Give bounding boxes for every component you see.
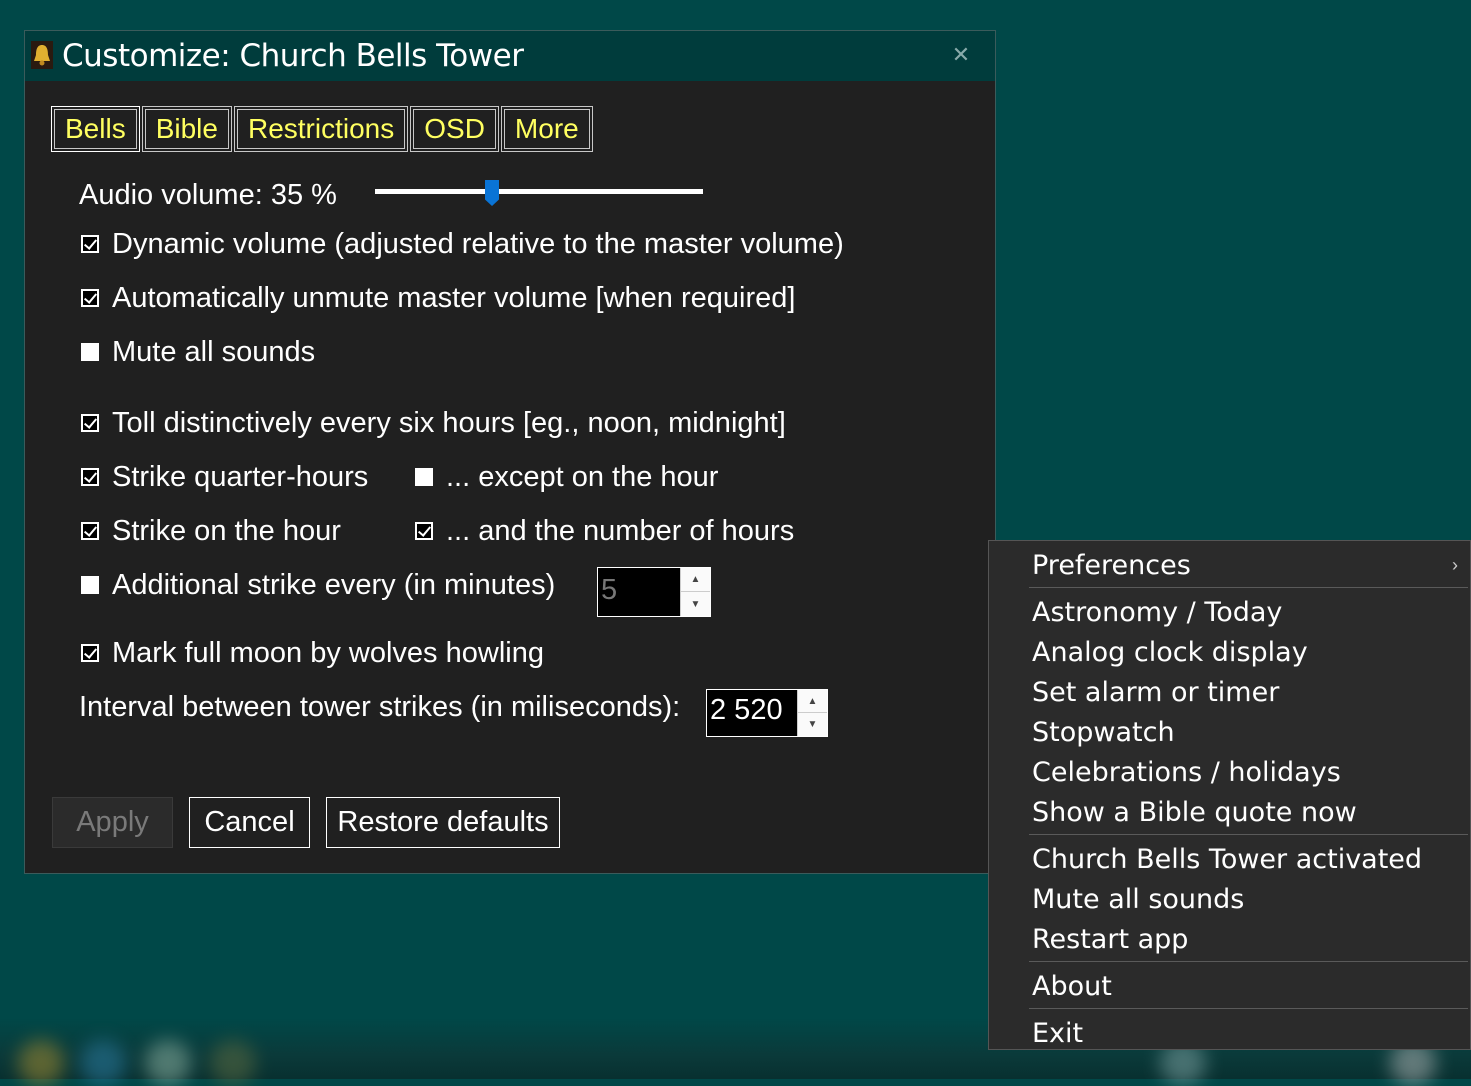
stepper-arrows: ▲ ▼ <box>797 690 827 736</box>
close-icon[interactable]: ✕ <box>949 43 973 67</box>
full-moon-checkbox[interactable] <box>81 644 99 662</box>
tab-more[interactable]: More <box>500 106 593 152</box>
additional-strike-checkbox[interactable] <box>81 576 99 594</box>
number-of-hours-label: ... and the number of hours <box>446 515 795 547</box>
tab-bells[interactable]: Bells <box>51 106 140 152</box>
mute-all-label: Mute all sounds <box>112 336 316 368</box>
menu-item-stopwatch[interactable]: Stopwatch <box>1032 717 1175 748</box>
menu-item-celebrations[interactable]: Celebrations / holidays <box>1032 757 1341 788</box>
tab-label: Restrictions <box>236 109 406 149</box>
menu-item-exit[interactable]: Exit <box>1032 1018 1083 1049</box>
number-of-hours-checkbox[interactable] <box>415 522 433 540</box>
stepper-down-icon[interactable]: ▼ <box>798 713 827 736</box>
tab-osd[interactable]: OSD <box>410 106 499 152</box>
menu-separator <box>1029 834 1468 835</box>
menu-item-activated[interactable]: Church Bells Tower activated <box>1032 844 1422 875</box>
restore-defaults-button[interactable]: Restore defaults <box>326 797 560 848</box>
bell-icon <box>31 41 53 69</box>
stepper-down-icon[interactable]: ▼ <box>681 592 710 616</box>
menu-item-astronomy[interactable]: Astronomy / Today <box>1032 597 1282 628</box>
auto-unmute-label: Automatically unmute master volume [when… <box>112 282 796 314</box>
menu-separator <box>1029 1008 1468 1009</box>
taskbar-app-icon <box>80 1040 126 1086</box>
audio-volume-label: Audio volume: 35 % <box>79 179 337 211</box>
mute-all-checkbox[interactable] <box>81 343 99 361</box>
auto-unmute-checkbox[interactable] <box>81 289 99 307</box>
menu-item-bible-quote[interactable]: Show a Bible quote now <box>1032 797 1357 828</box>
menu-separator <box>1029 587 1468 588</box>
interval-stepper[interactable]: 2 520 ▲ ▼ <box>706 689 828 737</box>
menu-item-alarm-timer[interactable]: Set alarm or timer <box>1032 677 1279 708</box>
tab-bible[interactable]: Bible <box>141 106 232 152</box>
stepper-value[interactable]: 5 <box>601 574 617 607</box>
additional-strike-minutes-stepper[interactable]: 5 ▲ ▼ <box>597 567 711 617</box>
title-bar: Customize: Church Bells Tower ✕ <box>25 31 995 81</box>
toll-six-hours-label: Toll distinctively every six hours [eg.,… <box>112 407 786 439</box>
menu-item-about[interactable]: About <box>1032 971 1112 1002</box>
stepper-up-icon[interactable]: ▲ <box>681 568 710 592</box>
chevron-right-icon: › <box>1452 555 1458 575</box>
tab-label: Bells <box>54 109 137 149</box>
toll-six-hours-checkbox[interactable] <box>81 414 99 432</box>
tab-label: More <box>503 109 590 149</box>
interval-label: Interval between tower strikes (in milis… <box>79 691 681 723</box>
dynamic-volume-label: Dynamic volume (adjusted relative to the… <box>112 228 844 260</box>
except-on-hour-label: ... except on the hour <box>446 461 719 493</box>
menu-item-restart[interactable]: Restart app <box>1032 924 1188 955</box>
stepper-value[interactable]: 2 520 <box>710 694 783 727</box>
context-menu: Preferences › Astronomy / Today Analog c… <box>988 540 1471 1050</box>
audio-volume-slider[interactable] <box>375 189 703 194</box>
cancel-button[interactable]: Cancel <box>189 797 310 848</box>
taskbar-app-icon <box>145 1040 191 1086</box>
strike-hour-label: Strike on the hour <box>112 515 341 547</box>
except-on-hour-checkbox[interactable] <box>415 468 433 486</box>
full-moon-label: Mark full moon by wolves howling <box>112 637 544 669</box>
menu-item-analog-clock[interactable]: Analog clock display <box>1032 637 1308 668</box>
dynamic-volume-checkbox[interactable] <box>81 235 99 253</box>
customize-dialog: Customize: Church Bells Tower ✕ Bells Bi… <box>24 30 996 874</box>
strike-hour-checkbox[interactable] <box>81 522 99 540</box>
menu-item-preferences[interactable]: Preferences <box>1032 550 1191 581</box>
strike-quarter-checkbox[interactable] <box>81 468 99 486</box>
tab-label: OSD <box>413 109 496 149</box>
audio-volume-slider-thumb[interactable] <box>485 180 499 206</box>
tab-label: Bible <box>144 109 229 149</box>
tab-bar: Bells Bible Restrictions OSD More <box>51 106 593 152</box>
taskbar-app-icon <box>210 1040 256 1086</box>
apply-button[interactable]: Apply <box>52 797 173 848</box>
additional-strike-label: Additional strike every (in minutes) <box>112 569 556 601</box>
taskbar-app-icon <box>18 1040 64 1086</box>
strike-quarter-label: Strike quarter-hours <box>112 461 369 493</box>
menu-item-mute-all[interactable]: Mute all sounds <box>1032 884 1244 915</box>
window-title: Customize: Church Bells Tower <box>62 38 524 74</box>
stepper-up-icon[interactable]: ▲ <box>798 690 827 713</box>
menu-separator <box>1029 961 1468 962</box>
tab-restrictions[interactable]: Restrictions <box>233 106 409 152</box>
stepper-arrows: ▲ ▼ <box>680 568 710 616</box>
